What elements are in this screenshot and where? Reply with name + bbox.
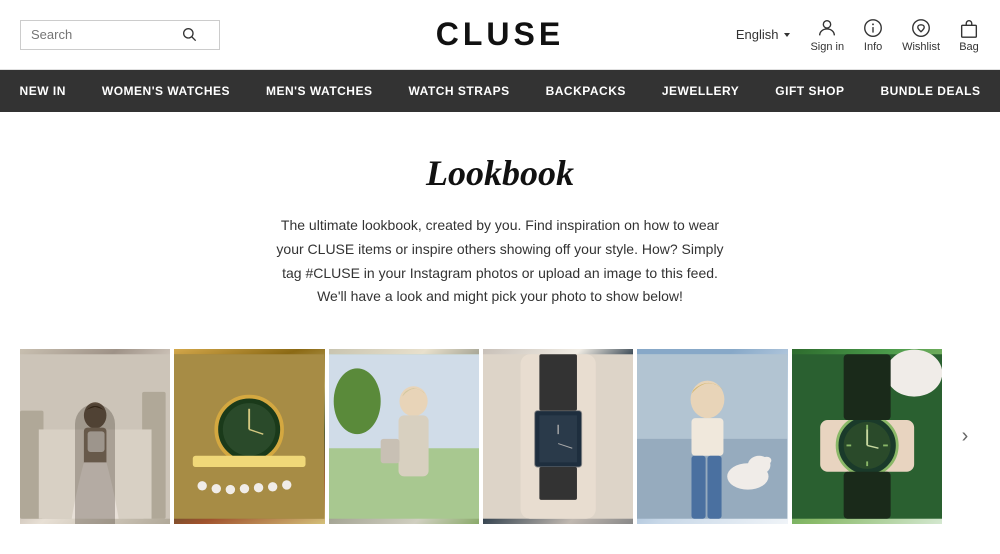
info-label: Info [864,41,882,53]
search-input[interactable] [31,27,181,42]
bag-label: Bag [959,41,979,53]
sign-in-label: Sign in [810,41,844,53]
chevron-down-icon [782,30,792,40]
language-label: English [736,27,779,42]
nav-item-jewellery[interactable]: JEWELLERY [644,70,757,112]
photo-placeholder-3 [329,349,479,524]
search-box[interactable] [20,20,220,50]
photo-placeholder-2 [174,349,324,524]
photo-grid [20,349,942,524]
lookbook-description: The ultimate lookbook, created by you. F… [275,214,725,309]
photo-item[interactable] [20,349,170,524]
header-left [20,20,270,50]
nav-item-womens-watches[interactable]: WOMEN'S WATCHES [84,70,248,112]
nav-item-mens-watches[interactable]: MEN'S WATCHES [248,70,390,112]
photo-item[interactable] [792,349,942,524]
next-button[interactable]: › [950,422,980,452]
photo-placeholder-4 [483,349,633,524]
header-right: English Sign in Info [730,17,980,53]
language-selector[interactable]: English [736,27,793,42]
bag-icon [958,17,980,39]
page-title: Lookbook [20,152,980,194]
photo-svg-5 [637,349,787,524]
nav-item-watch-straps[interactable]: WATCH STRAPS [390,70,527,112]
nav-item-backpacks[interactable]: BACKPACKS [528,70,644,112]
photo-item[interactable] [174,349,324,524]
photo-item[interactable] [483,349,633,524]
wishlist-label: Wishlist [902,41,940,53]
info-icon [862,17,884,39]
main-nav: NEW IN WOMEN'S WATCHES MEN'S WATCHES WAT… [0,70,1000,112]
photo-svg-6 [792,349,942,524]
nav-item-bundle-deals[interactable]: BUNDLE DEALS [862,70,998,112]
search-icon[interactable] [181,26,197,44]
photo-svg-4 [483,349,633,524]
photo-svg-2 [174,349,324,524]
photo-item[interactable] [329,349,479,524]
photo-item[interactable] [637,349,787,524]
nav-item-new-in[interactable]: NEW IN [2,70,84,112]
photo-grid-container: › [20,349,980,524]
info-button[interactable]: Info [862,17,884,53]
logo[interactable]: CLUSE [270,16,730,53]
photo-placeholder-1 [20,349,170,524]
sign-in-button[interactable]: Sign in [810,17,844,53]
header: CLUSE English Sign in Info [0,0,1000,70]
header-center: CLUSE [270,16,730,53]
main-content: Lookbook The ultimate lookbook, created … [0,112,1000,554]
nav-item-gift-shop[interactable]: GIFT SHOP [757,70,862,112]
person-icon [816,17,838,39]
photo-placeholder-5 [637,349,787,524]
photo-svg-1 [20,349,170,524]
photo-svg-3 [329,349,479,524]
bag-button[interactable]: Bag [958,17,980,53]
wishlist-icon [910,17,932,39]
wishlist-button[interactable]: Wishlist [902,17,940,53]
photo-placeholder-6 [792,349,942,524]
